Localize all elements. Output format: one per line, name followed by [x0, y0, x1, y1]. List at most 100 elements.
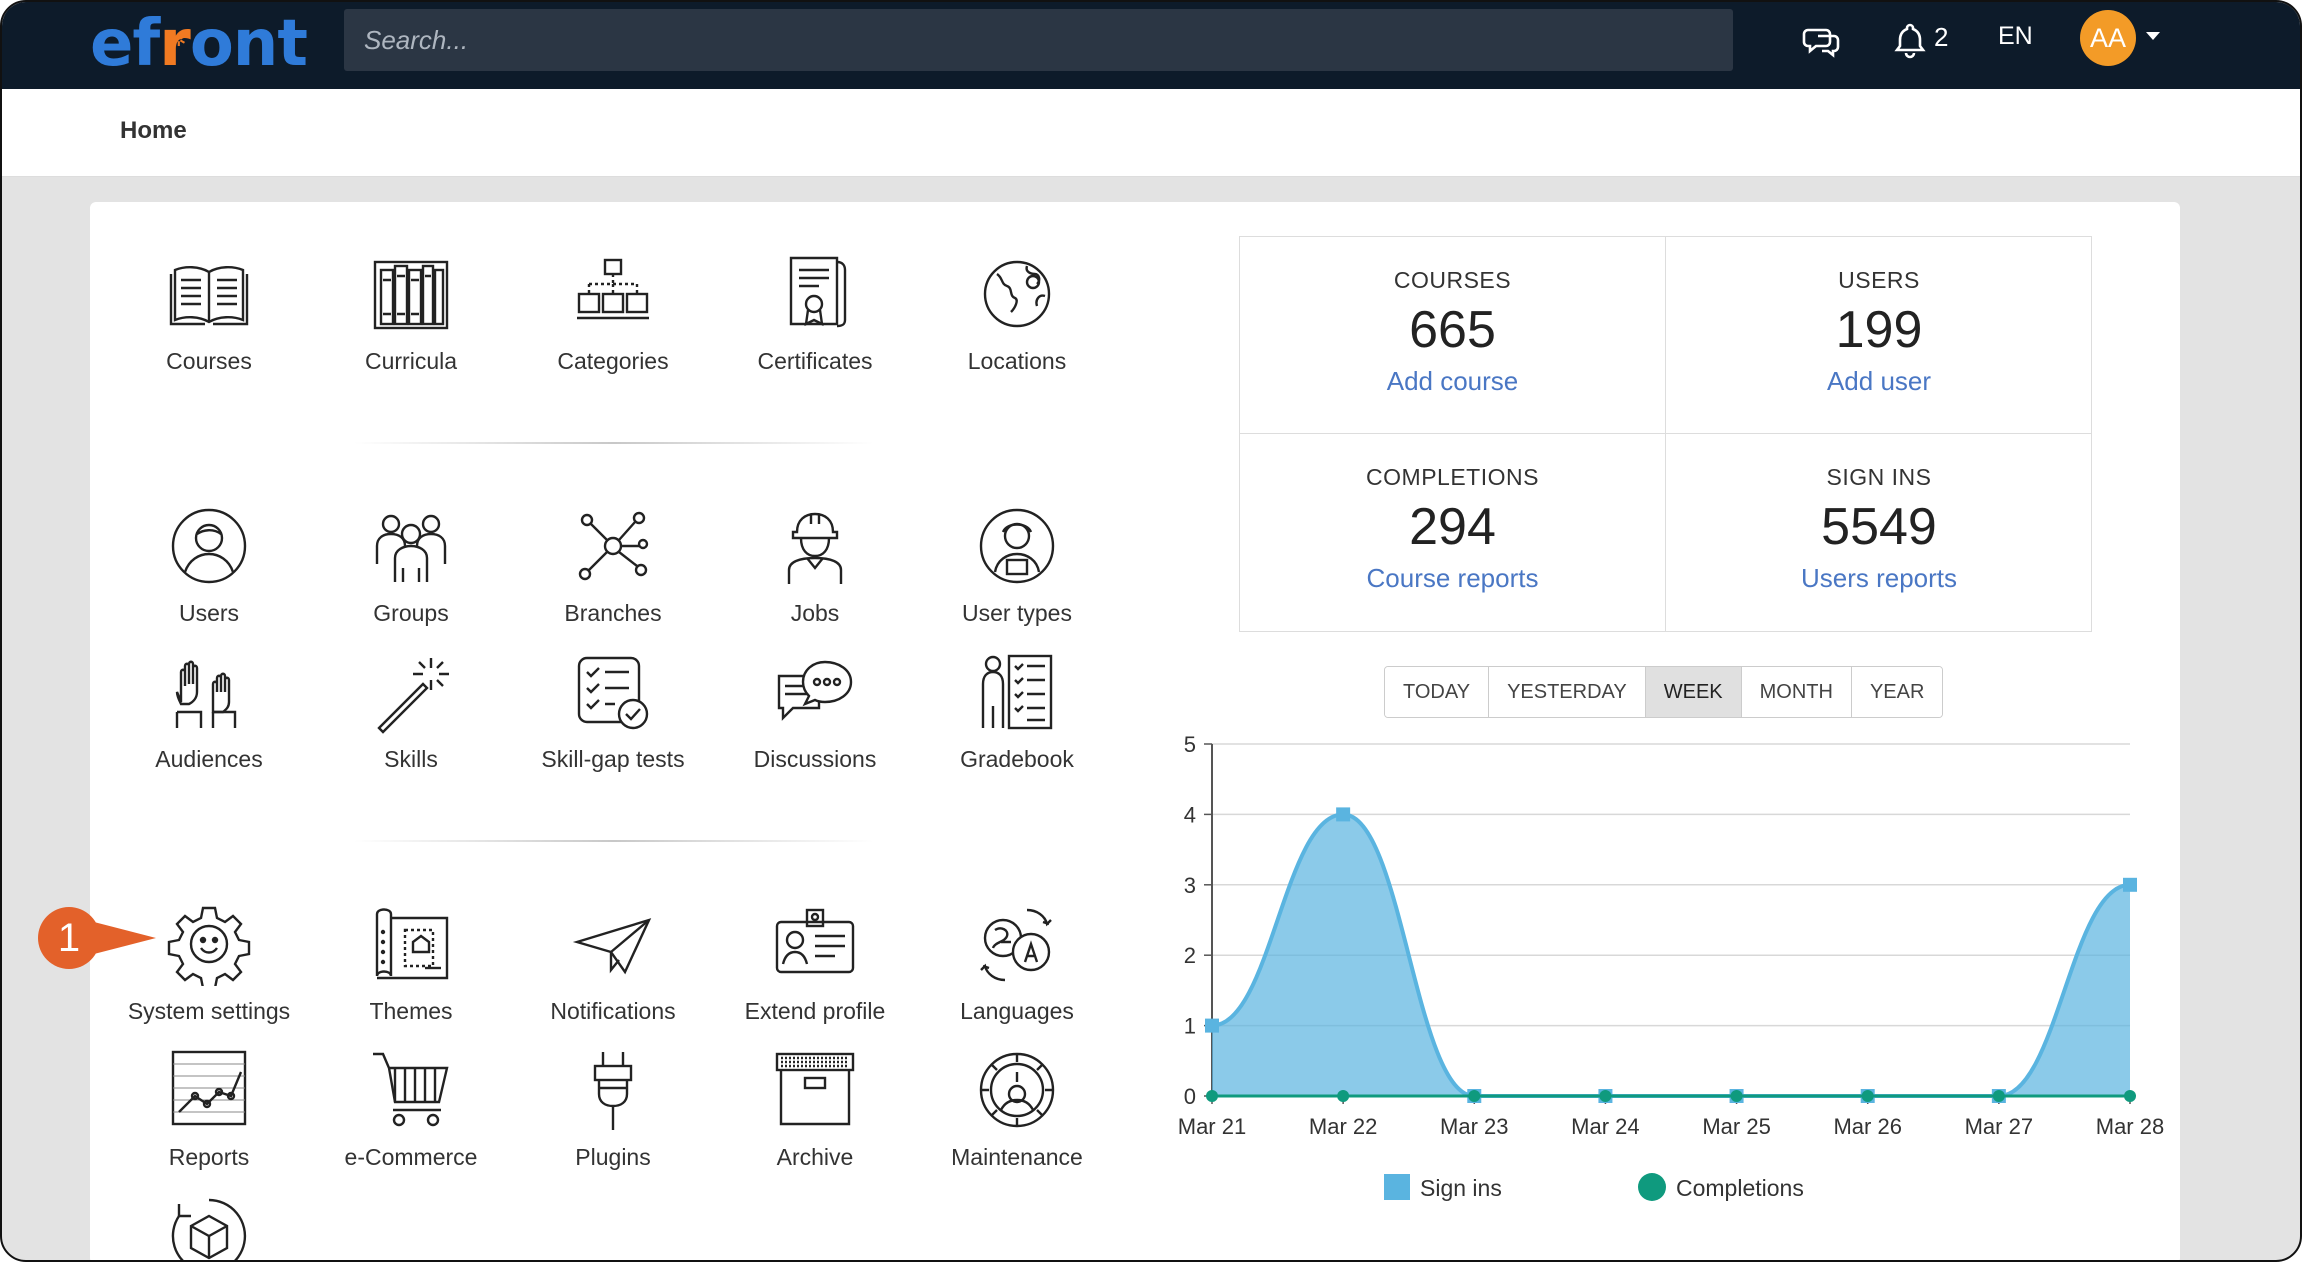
legend-signins-swatch [1384, 1174, 1410, 1200]
open-book-icon [169, 266, 249, 326]
tile-skills[interactable]: Skills [311, 650, 511, 773]
y-tick-label: 2 [1184, 943, 1196, 968]
tile-extend-profile[interactable]: Extend profile [715, 902, 915, 1025]
blueprint-icon [375, 908, 449, 980]
top-navigation-bar: efr✲ont 2 EN AA [2, 2, 2300, 89]
tile-system-settings[interactable]: System settings [109, 902, 309, 1025]
legend-completions-swatch [1638, 1173, 1666, 1201]
period-week-button[interactable]: WEEK [1645, 667, 1742, 717]
tile-label: Archive [776, 1144, 854, 1170]
stat-value: 199 [1835, 301, 1923, 359]
stat-title: SIGN INS [1826, 464, 1932, 490]
tile-skill-gap-tests[interactable]: Skill-gap tests [513, 650, 713, 773]
y-tick-label: 3 [1184, 873, 1196, 898]
breadcrumb-home[interactable]: Home [120, 117, 187, 145]
x-tick-label: Mar 24 [1571, 1114, 1639, 1139]
x-tick-label: Mar 23 [1440, 1114, 1508, 1139]
activity-chart: 0 1 2 3 4 5 Mar 21 Mar 22 Mar 23 Mar 24 Mar 25 Mar … [1178, 732, 2164, 1201]
tile-courses[interactable]: Courses [109, 252, 309, 375]
network-branches-icon [578, 511, 649, 581]
hierarchy-icon [577, 258, 649, 320]
y-tick-label: 0 [1184, 1084, 1196, 1109]
period-today-button[interactable]: TODAY [1385, 667, 1490, 717]
tile-label: Jobs [790, 600, 840, 626]
annotation-arrow [94, 922, 156, 954]
tile-archive[interactable]: Archive [715, 1048, 915, 1171]
search-input[interactable] [344, 9, 1733, 71]
section-divider [354, 442, 874, 444]
user-type-icon [979, 508, 1055, 584]
stat-title: USERS [1838, 267, 1920, 293]
completions-point [1992, 1090, 2005, 1102]
gear-smiley-icon [167, 906, 251, 986]
legend-completions-label: Completions [1676, 1175, 1804, 1201]
tile-label: Gradebook [960, 746, 1074, 772]
users-reports-link[interactable]: Users reports [1666, 563, 2092, 594]
period-year-button[interactable]: YEAR [1851, 667, 1943, 717]
x-tick-label: Mar 21 [1178, 1114, 1246, 1139]
user-avatar[interactable]: AA [2080, 10, 2136, 66]
add-user-link[interactable]: Add user [1666, 366, 2092, 397]
tile-themes[interactable]: Themes [311, 902, 511, 1025]
tile-label: User types [962, 600, 1072, 626]
add-course-link[interactable]: Add course [1240, 366, 1665, 397]
maintenance-gauge-icon [979, 1052, 1055, 1128]
language-selector[interactable]: EN [1998, 22, 2033, 51]
completions-point [1468, 1090, 1481, 1102]
tile-branches[interactable]: Branches [513, 504, 713, 627]
course-reports-link[interactable]: Course reports [1240, 563, 1665, 594]
tile-label: Extend profile [744, 998, 886, 1024]
tile-categories[interactable]: Categories [513, 252, 713, 375]
plug-icon [593, 1052, 633, 1130]
tile-export-import[interactable] [109, 1194, 309, 1260]
tile-jobs[interactable]: Jobs [715, 504, 915, 627]
section-divider [354, 840, 874, 842]
tile-label: Discussions [753, 746, 877, 772]
archive-box-icon [775, 1052, 855, 1126]
stat-signins: SIGN INS 5549 Users reports [1666, 434, 2092, 631]
signins-point [1336, 807, 1351, 822]
y-tick-label: 5 [1184, 732, 1196, 757]
tile-curricula[interactable]: Curricula [311, 252, 511, 375]
x-tick-label: Mar 25 [1702, 1114, 1770, 1139]
tile-maintenance[interactable]: Maintenance [917, 1048, 1117, 1171]
tile-gradebook[interactable]: Gradebook [917, 650, 1117, 773]
efront-logo[interactable]: efr ✲ ont [90, 6, 308, 82]
tile-label: Groups [373, 600, 449, 626]
chevron-down-icon[interactable] [2146, 32, 2160, 40]
tile-languages[interactable]: Languages [917, 902, 1117, 1025]
stat-value: 294 [1409, 498, 1496, 556]
period-month-button[interactable]: MONTH [1741, 667, 1852, 717]
chat-icon[interactable] [1802, 20, 1842, 60]
completions-point [1337, 1090, 1350, 1102]
signins-point [1205, 1018, 1219, 1033]
app-window: efr✲ont 2 EN AA Home Courses Curricula C… [0, 0, 2302, 1262]
notification-count[interactable]: 2 [1934, 22, 1948, 53]
bell-icon[interactable] [1890, 20, 1930, 60]
tile-ecommerce[interactable]: e-Commerce [311, 1048, 511, 1171]
translate-icon [980, 908, 1052, 982]
completions-point [2124, 1090, 2136, 1102]
tile-users[interactable]: Users [109, 504, 309, 627]
signins-point [2123, 877, 2137, 892]
period-yesterday-button[interactable]: YESTERDAY [1489, 667, 1646, 717]
paper-plane-icon [572, 918, 652, 975]
tile-user-types[interactable]: User types [917, 504, 1117, 627]
tile-discussions[interactable]: Discussions [715, 650, 915, 773]
tile-plugins[interactable]: Plugins [513, 1048, 713, 1171]
tile-label: Themes [369, 998, 453, 1024]
tile-locations[interactable]: Locations [917, 252, 1117, 375]
tile-label: Maintenance [951, 1144, 1083, 1170]
tile-notifications[interactable]: Notifications [513, 902, 713, 1025]
tile-label: Languages [960, 998, 1074, 1024]
tile-reports[interactable]: Reports [109, 1048, 309, 1171]
completions-point [1861, 1090, 1874, 1102]
tile-label: Reports [168, 1144, 250, 1170]
tile-certificates[interactable]: Certificates [715, 252, 915, 375]
tile-audiences[interactable]: Audiences [109, 650, 309, 773]
stat-title: COMPLETIONS [1366, 464, 1539, 490]
tile-groups[interactable]: Groups [311, 504, 511, 627]
group-people-icon [375, 514, 447, 582]
completions-point [1599, 1090, 1612, 1102]
line-chart-report-icon [171, 1050, 247, 1126]
